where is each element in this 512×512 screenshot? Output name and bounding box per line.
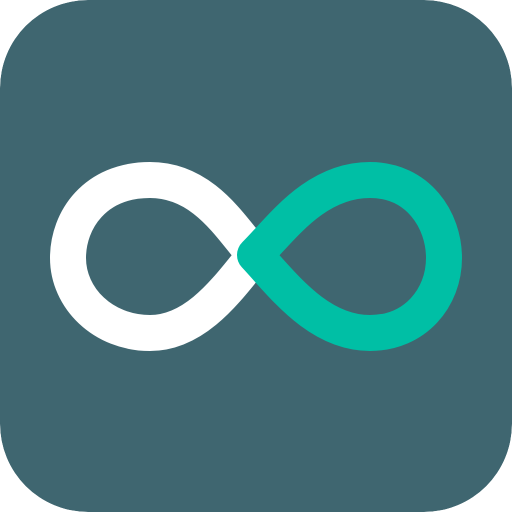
app-icon-tile <box>0 0 512 512</box>
infinity-icon <box>0 0 512 512</box>
